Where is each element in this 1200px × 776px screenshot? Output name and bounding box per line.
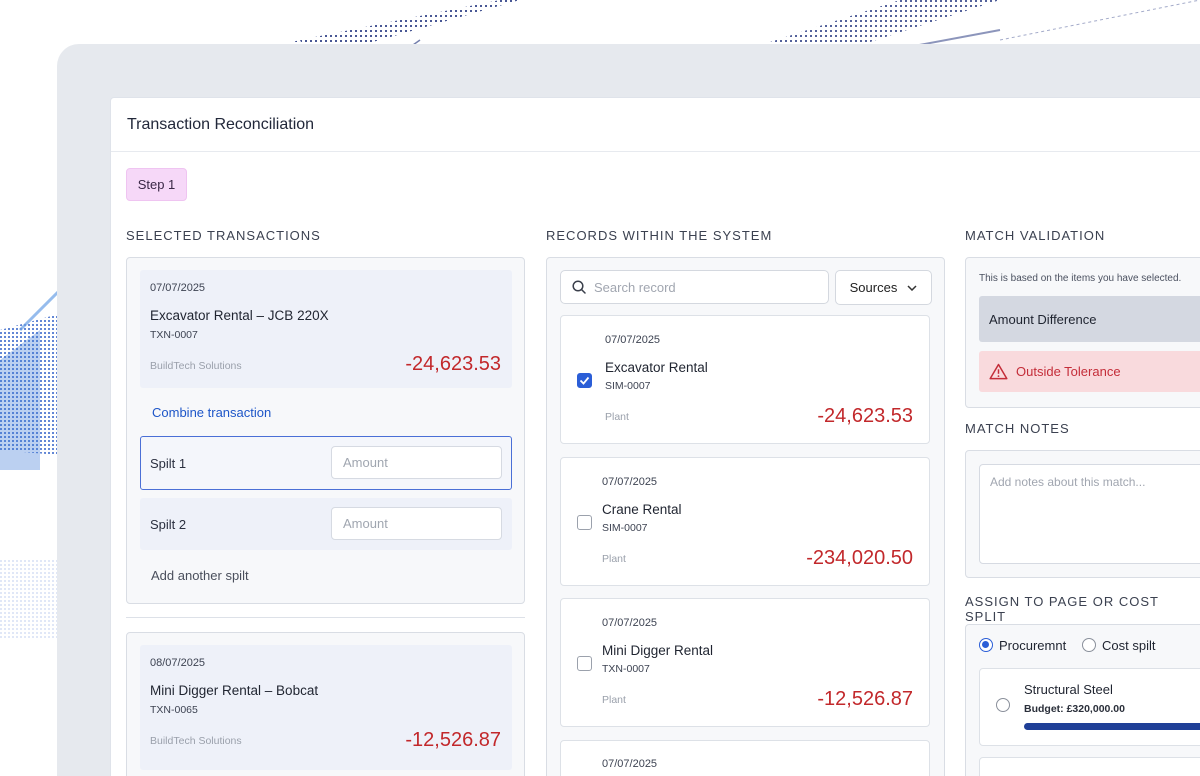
- match-validation-heading: MATCH VALIDATION: [965, 228, 1106, 243]
- transaction-date: 08/07/2025: [150, 657, 206, 669]
- divider: [126, 617, 525, 618]
- record-category: Plant: [605, 411, 629, 423]
- record-code: SIM-0007: [605, 380, 651, 392]
- record-card[interactable]: 07/07/2025 Crane Rental SIM-0007 Plant -…: [560, 457, 930, 586]
- record-checkbox[interactable]: [577, 656, 592, 671]
- match-notes-textarea[interactable]: [979, 464, 1200, 564]
- assign-heading: ASSIGN TO PAGE OR COST SPLIT: [965, 594, 1159, 624]
- add-another-split-link[interactable]: Add another spilt: [151, 568, 249, 583]
- amount-difference-row: Amount Difference: [979, 296, 1200, 342]
- chevron-down-icon: [907, 284, 917, 291]
- selected-transaction-card[interactable]: 08/07/2025 Mini Digger Rental – Bobcat T…: [140, 645, 512, 770]
- search-record-box[interactable]: [560, 270, 829, 304]
- search-input[interactable]: [594, 279, 814, 295]
- validation-note: This is based on the items you have sele…: [979, 273, 1182, 284]
- split-label: Spilt 2: [150, 517, 187, 532]
- card-header: Transaction Reconciliation: [111, 98, 1200, 152]
- split-2-amount-input[interactable]: [331, 507, 502, 540]
- tolerance-status: Outside Tolerance: [979, 351, 1200, 392]
- record-category: Plant: [602, 553, 626, 565]
- transaction-date: 07/07/2025: [150, 282, 206, 294]
- split-row-2[interactable]: Spilt 2: [140, 498, 512, 550]
- record-amount: -24,623.53: [817, 405, 913, 427]
- budget-item-card[interactable]: Structural Steel Budget: £320,000.00: [979, 668, 1200, 746]
- split-row-1[interactable]: Spilt 1: [140, 436, 512, 490]
- checkmark-icon: [579, 376, 590, 385]
- record-name: Mini Digger Rental: [602, 643, 714, 658]
- record-category: Plant: [602, 694, 626, 706]
- sources-label: Sources: [849, 280, 898, 295]
- cost-split-label: Cost spilt: [1102, 638, 1156, 653]
- record-card[interactable]: 07/07/2025: [560, 740, 930, 776]
- record-name: Excavator Rental: [605, 360, 708, 375]
- record-date: 07/07/2025: [602, 758, 658, 770]
- transaction-name: Mini Digger Rental – Bobcat: [150, 683, 319, 698]
- record-card[interactable]: 07/07/2025 Mini Digger Rental TXN-0007 P…: [560, 598, 930, 727]
- combine-transaction-link[interactable]: Combine transaction: [152, 405, 271, 420]
- split-1-amount-input[interactable]: [331, 446, 502, 479]
- budget-item-budget: Budget: £320,000.00: [1024, 703, 1125, 715]
- transaction-vendor: BuildTech Solutions: [150, 360, 242, 372]
- transaction-code: TXN-0065: [150, 704, 198, 716]
- record-amount: -12,526.87: [817, 688, 913, 710]
- step-badge: Step 1: [126, 168, 187, 201]
- selected-transactions-heading: SELECTED TRANSACTIONS: [126, 228, 321, 243]
- budget-item-card[interactable]: [979, 757, 1200, 776]
- page-title: Transaction Reconciliation: [127, 115, 315, 133]
- record-date: 07/07/2025: [602, 617, 658, 629]
- tolerance-label: Outside Tolerance: [1016, 364, 1121, 379]
- transaction-vendor: BuildTech Solutions: [150, 735, 242, 747]
- transaction-name: Excavator Rental – JCB 220X: [150, 308, 329, 323]
- record-amount: -234,020.50: [806, 547, 913, 569]
- procurement-label: Procuremnt: [999, 638, 1067, 653]
- cost-split-radio[interactable]: [1082, 638, 1096, 652]
- record-date: 07/07/2025: [602, 476, 658, 488]
- record-card[interactable]: 07/07/2025 Excavator Rental SIM-0007 Pla…: [560, 315, 930, 444]
- procurement-radio[interactable]: [979, 638, 993, 652]
- selected-transaction-card[interactable]: 07/07/2025 Excavator Rental – JCB 220X T…: [140, 270, 512, 388]
- records-heading: RECORDS WITHIN THE SYSTEM: [546, 228, 773, 243]
- record-checkbox[interactable]: [577, 373, 592, 388]
- budget-item-radio[interactable]: [996, 698, 1010, 712]
- match-notes-heading: MATCH NOTES: [965, 421, 1070, 436]
- amount-difference-label: Amount Difference: [989, 311, 1097, 327]
- transaction-amount: -24,623.53: [405, 353, 501, 375]
- split-label: Spilt 1: [150, 456, 187, 471]
- record-name: Crane Rental: [602, 502, 682, 517]
- budget-progress-bar: [1024, 723, 1200, 730]
- record-code: TXN-0007: [602, 663, 650, 675]
- search-icon: [572, 280, 586, 294]
- record-checkbox[interactable]: [577, 515, 592, 530]
- transaction-code: TXN-0007: [150, 329, 198, 341]
- budget-item-name: Structural Steel: [1024, 682, 1113, 697]
- warning-icon: [989, 363, 1008, 380]
- record-date: 07/07/2025: [605, 334, 661, 346]
- transaction-amount: -12,526.87: [405, 729, 501, 751]
- sources-dropdown[interactable]: Sources: [835, 270, 932, 305]
- record-code: SIM-0007: [602, 522, 648, 534]
